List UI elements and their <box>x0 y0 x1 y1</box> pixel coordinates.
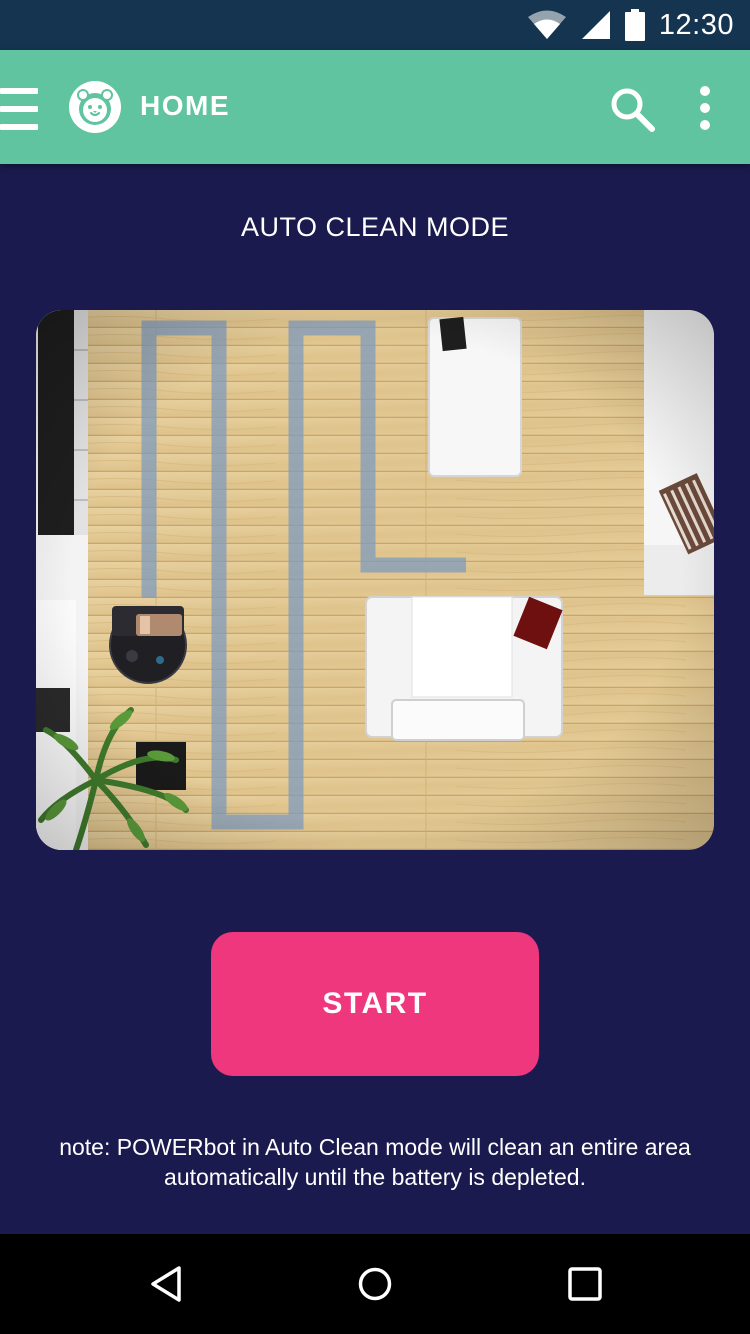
cellular-signal-icon <box>581 11 610 39</box>
app-bar: HOME <box>0 50 750 164</box>
menu-icon-line <box>0 88 38 94</box>
status-icons: 12:30 <box>527 0 734 50</box>
system-nav-bar <box>0 1234 750 1334</box>
menu-icon-line <box>0 106 38 112</box>
menu-icon-line <box>0 124 38 130</box>
note-line-2: automatically until the battery is deple… <box>164 1164 586 1190</box>
mode-title: AUTO CLEAN MODE <box>240 212 510 242</box>
menu-button[interactable] <box>0 88 38 130</box>
room-illustration <box>36 310 714 850</box>
note-line-1: note: POWERbot in Auto Clean mode will c… <box>59 1134 691 1160</box>
back-icon[interactable] <box>142 1259 192 1309</box>
lion-logo-icon <box>69 81 121 133</box>
home-icon[interactable] <box>350 1259 400 1309</box>
status-bar: 12:30 <box>0 0 750 50</box>
more-vert-icon[interactable] <box>690 84 720 134</box>
room-floorplan-image <box>36 310 714 850</box>
clock: 12:30 <box>658 8 734 41</box>
battery-icon <box>624 9 645 41</box>
auto-clean-note: note: POWERbot in Auto Clean mode will c… <box>30 1132 720 1192</box>
recents-icon[interactable] <box>560 1259 610 1309</box>
start-button[interactable]: START <box>211 932 539 1076</box>
page-title: HOME <box>140 90 230 121</box>
search-icon[interactable] <box>607 84 657 134</box>
wifi-icon <box>527 10 566 39</box>
